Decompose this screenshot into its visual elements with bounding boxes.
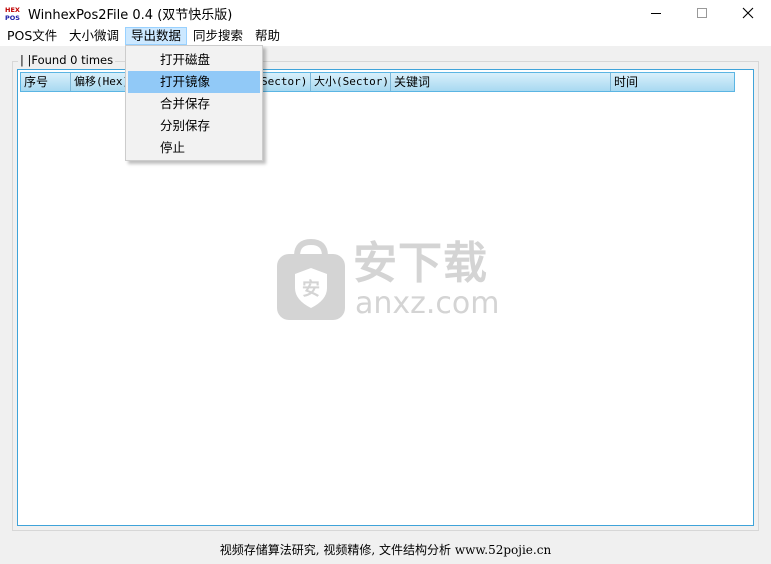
shield-bag-icon: 安	[277, 238, 345, 320]
maximize-button[interactable]	[679, 0, 725, 26]
menu-pos-file[interactable]: POS文件	[2, 27, 62, 45]
svg-text:POS: POS	[5, 14, 20, 21]
menu-item-stop[interactable]: 停止	[128, 137, 260, 159]
column-header-size[interactable]: 大小(Sector)	[311, 73, 391, 91]
menu-item-open-image[interactable]: 打开镜像	[128, 71, 260, 93]
minimize-icon	[651, 13, 661, 14]
menu-export-data[interactable]: 导出数据	[125, 27, 188, 45]
watermark: 安 安下载 anxz.com	[275, 238, 500, 322]
close-button[interactable]	[725, 0, 771, 26]
close-icon	[742, 7, 754, 19]
export-data-dropdown: 打开磁盘 打开镜像 合并保存 分别保存 停止	[125, 45, 263, 161]
app-icon: HEX POS	[4, 5, 22, 21]
column-header-index[interactable]: 序号	[21, 73, 71, 91]
watermark-url: anxz.com	[355, 286, 500, 321]
minimize-button[interactable]	[633, 0, 679, 26]
groupbox-title: | |Found 0 times	[18, 53, 116, 67]
window-title: WinhexPos2File 0.4 (双节快乐版)	[28, 8, 233, 23]
menu-item-separate-save[interactable]: 分别保存	[128, 115, 260, 137]
column-header-keyword[interactable]: 关键词	[391, 73, 611, 91]
title-bar: HEX POS WinhexPos2File 0.4 (双节快乐版)	[0, 0, 771, 26]
svg-text:安: 安	[302, 278, 320, 300]
watermark-text: 安下载	[353, 238, 488, 289]
svg-text:HEX: HEX	[5, 6, 20, 14]
menu-item-open-disk[interactable]: 打开磁盘	[128, 49, 260, 71]
column-header-time[interactable]: 时间	[611, 73, 734, 91]
menu-bar: POS文件 大小微调 导出数据 同步搜索 帮助	[0, 26, 771, 46]
maximize-icon	[697, 8, 707, 18]
menu-item-merge-save[interactable]: 合并保存	[128, 93, 260, 115]
status-bar: 视频存储算法研究, 视频精修, 文件结构分析 www.52pojie.cn	[219, 543, 552, 557]
menu-sync-search[interactable]: 同步搜索	[188, 27, 248, 45]
menu-help[interactable]: 帮助	[250, 27, 285, 45]
menu-size-adjust[interactable]: 大小微调	[64, 27, 124, 45]
